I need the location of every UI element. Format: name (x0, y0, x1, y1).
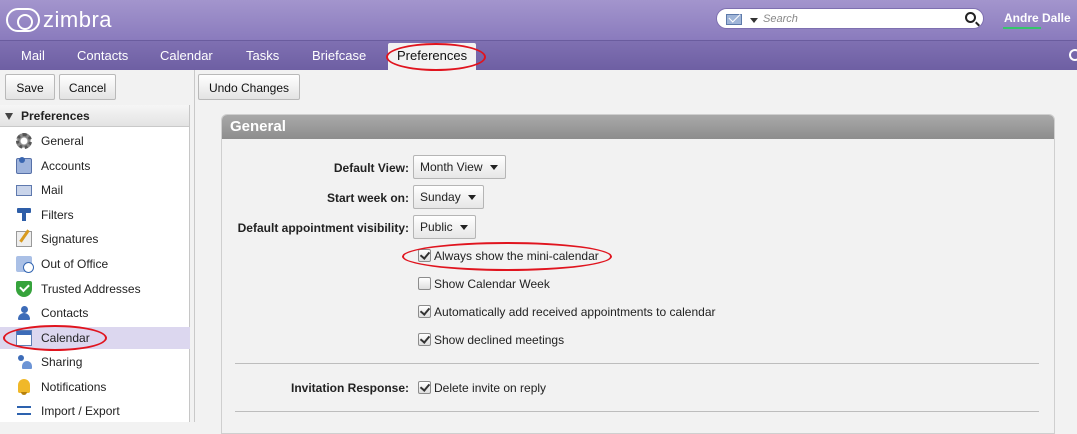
sidebar-item-out-of-office[interactable]: Out of Office (0, 253, 190, 275)
sidebar-item-label: Signatures (41, 232, 99, 246)
sidebar-item-accounts[interactable]: Accounts (0, 155, 190, 177)
chevron-down-icon[interactable] (750, 18, 758, 23)
sidebar-item-notifications[interactable]: Notifications (0, 376, 190, 398)
tab-preferences[interactable]: Preferences (388, 43, 477, 71)
delete-invite-checkbox[interactable] (418, 381, 431, 394)
sidebar-item-label: Contacts (41, 306, 89, 320)
top-bar: zimbra Andre Dalle (0, 0, 1077, 40)
section-divider (235, 411, 1039, 412)
save-button[interactable]: Save (5, 74, 55, 100)
sidebar-item-trusted-addresses[interactable]: Trusted Addresses (0, 278, 190, 300)
out-of-office-icon (16, 256, 34, 273)
sidebar-item-label: Out of Office (41, 257, 109, 271)
sidebar-item-label: Notifications (41, 380, 107, 394)
sidebar-item-signatures[interactable]: Signatures (0, 228, 190, 250)
shield-icon (16, 281, 32, 297)
sidebar-item-label: Accounts (41, 159, 91, 173)
sidebar-item-general[interactable]: General (0, 130, 190, 152)
section-divider (235, 363, 1039, 364)
preferences-tree-header[interactable]: Preferences (0, 105, 189, 127)
tab-mail[interactable]: Mail (19, 41, 47, 71)
collapse-triangle-icon[interactable] (5, 113, 13, 121)
default-view-select[interactable]: Month View (413, 155, 506, 179)
sharing-icon (16, 354, 32, 370)
default-view-label: Default View: (333, 161, 409, 175)
section-title: General (222, 115, 1054, 139)
undo-changes-button[interactable]: Undo Changes (198, 74, 300, 100)
logo-text: zimbra (43, 7, 113, 32)
tab-contacts[interactable]: Contacts (75, 41, 130, 71)
tab-tasks[interactable]: Tasks (244, 41, 281, 71)
pane-divider[interactable] (194, 70, 195, 422)
sidebar-item-filters[interactable]: Filters (0, 204, 190, 226)
zimbra-logo-icon (6, 8, 40, 32)
sidebar-item-contacts[interactable]: Contacts (0, 302, 190, 324)
envelope-icon (16, 185, 32, 196)
sidebar-item-import-export[interactable]: Import / Export (0, 400, 190, 422)
sidebar-item-label: Trusted Addresses (41, 282, 141, 296)
bell-icon (18, 379, 30, 395)
sidebar-item-label: Mail (41, 183, 64, 197)
auto-add-appointments-checkbox[interactable] (418, 305, 431, 318)
presence-indicator (1003, 27, 1041, 29)
chevron-down-icon (468, 195, 476, 200)
calendar-week-checkbox[interactable] (418, 277, 431, 290)
invitation-response-label: Invitation Response: (290, 381, 409, 395)
contacts-icon (16, 305, 32, 321)
sidebar-item-label: Calendar (41, 331, 90, 345)
tab-calendar[interactable]: Calendar (158, 41, 215, 71)
toolbar: Save Cancel Undo Changes (0, 70, 1077, 105)
refresh-icon[interactable] (1069, 49, 1077, 61)
declined-meetings-checkbox[interactable] (418, 333, 431, 346)
start-week-select[interactable]: Sunday (413, 185, 484, 209)
gear-icon (16, 133, 32, 149)
sidebar-item-label: General (41, 134, 84, 148)
cancel-button[interactable]: Cancel (59, 74, 116, 100)
general-section: General Default View: Month View Start w… (221, 114, 1055, 434)
calendar-icon (16, 330, 32, 346)
preferences-content: General Default View: Month View Start w… (196, 105, 1077, 434)
search-icon[interactable] (965, 12, 976, 23)
preferences-sidebar: Preferences General Accounts Mail Filter… (0, 105, 190, 422)
user-name[interactable]: Andre Dalle (1004, 11, 1071, 25)
chevron-down-icon (460, 225, 468, 230)
sidebar-item-sharing[interactable]: Sharing (0, 351, 190, 373)
import-export-icon (16, 403, 32, 419)
sidebar-item-mail[interactable]: Mail (0, 179, 190, 201)
accounts-icon (16, 157, 32, 174)
app-tab-bar: Mail Contacts Calendar Tasks Briefcase P… (0, 40, 1077, 71)
start-week-label: Start week on: (326, 191, 409, 205)
envelope-icon[interactable] (726, 14, 742, 25)
filter-icon (16, 207, 32, 223)
appointment-visibility-label: Default appointment visibility: (237, 221, 409, 235)
sidebar-item-label: Import / Export (41, 404, 120, 418)
signature-icon (16, 231, 32, 247)
search-input[interactable] (763, 11, 953, 27)
sidebar-item-label: Sharing (41, 355, 83, 369)
zimbra-logo[interactable]: zimbra (6, 6, 112, 34)
appointment-visibility-select[interactable]: Public (413, 215, 476, 239)
sidebar-item-label: Filters (41, 208, 74, 222)
search-box (716, 8, 984, 29)
tab-briefcase[interactable]: Briefcase (310, 41, 368, 71)
mini-calendar-checkbox[interactable] (418, 249, 431, 262)
chevron-down-icon (490, 165, 498, 170)
sidebar-item-calendar[interactable]: Calendar (0, 327, 190, 349)
